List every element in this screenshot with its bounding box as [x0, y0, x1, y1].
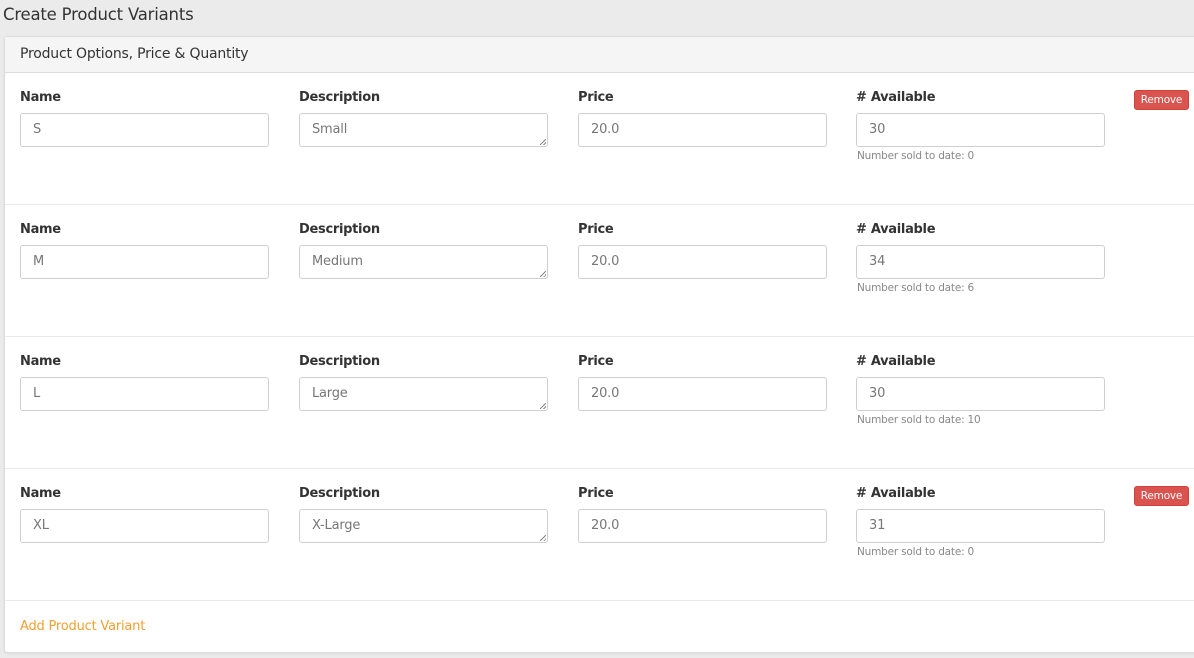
name-label: Name	[20, 486, 61, 501]
price-input[interactable]: 20.0	[578, 509, 827, 543]
sold-to-date-note: Number sold to date: 6	[857, 282, 975, 294]
available-label: # Available	[856, 486, 936, 501]
panel-heading: Product Options, Price & Quantity	[5, 37, 1194, 73]
sold-to-date-note: Number sold to date: 0	[857, 150, 975, 162]
available-label: # Available	[856, 354, 936, 369]
price-input[interactable]: 20.0	[578, 245, 827, 279]
sold-to-date-note: Number sold to date: 0	[857, 546, 975, 558]
name-input[interactable]: S	[20, 113, 269, 147]
available-label: # Available	[856, 222, 936, 237]
remove-button[interactable]: Remove	[1134, 90, 1189, 110]
remove-button[interactable]: Remove	[1134, 486, 1189, 506]
page-title: Create Product Variants	[3, 5, 194, 24]
sold-to-date-note: Number sold to date: 10	[857, 414, 981, 426]
description-label: Description	[299, 222, 380, 237]
price-label: Price	[578, 486, 614, 501]
price-label: Price	[578, 354, 614, 369]
description-textarea[interactable]: Small	[299, 113, 548, 147]
name-label: Name	[20, 354, 61, 369]
description-textarea[interactable]: Medium	[299, 245, 548, 279]
name-input[interactable]: M	[20, 245, 269, 279]
description-label: Description	[299, 354, 380, 369]
name-input[interactable]: XL	[20, 509, 269, 543]
available-input[interactable]: 34	[856, 245, 1105, 279]
name-label: Name	[20, 222, 61, 237]
price-label: Price	[578, 90, 614, 105]
description-label: Description	[299, 486, 380, 501]
available-input[interactable]: 31	[856, 509, 1105, 543]
name-label: Name	[20, 90, 61, 105]
variants-panel: Product Options, Price & Quantity Name D…	[4, 36, 1194, 653]
variant-row: Name Description Price # Available S Sma…	[5, 73, 1194, 205]
variant-row: Name Description Price # Available XL X-…	[5, 469, 1194, 601]
available-input[interactable]: 30	[856, 377, 1105, 411]
variant-row: Name Description Price # Available L Lar…	[5, 337, 1194, 469]
available-label: # Available	[856, 90, 936, 105]
description-label: Description	[299, 90, 380, 105]
available-input[interactable]: 30	[856, 113, 1105, 147]
description-textarea[interactable]: Large	[299, 377, 548, 411]
variant-row: Name Description Price # Available M Med…	[5, 205, 1194, 337]
description-textarea[interactable]: X-Large	[299, 509, 548, 543]
price-input[interactable]: 20.0	[578, 113, 827, 147]
price-input[interactable]: 20.0	[578, 377, 827, 411]
name-input[interactable]: L	[20, 377, 269, 411]
add-product-variant-link[interactable]: Add Product Variant	[20, 619, 145, 634]
price-label: Price	[578, 222, 614, 237]
